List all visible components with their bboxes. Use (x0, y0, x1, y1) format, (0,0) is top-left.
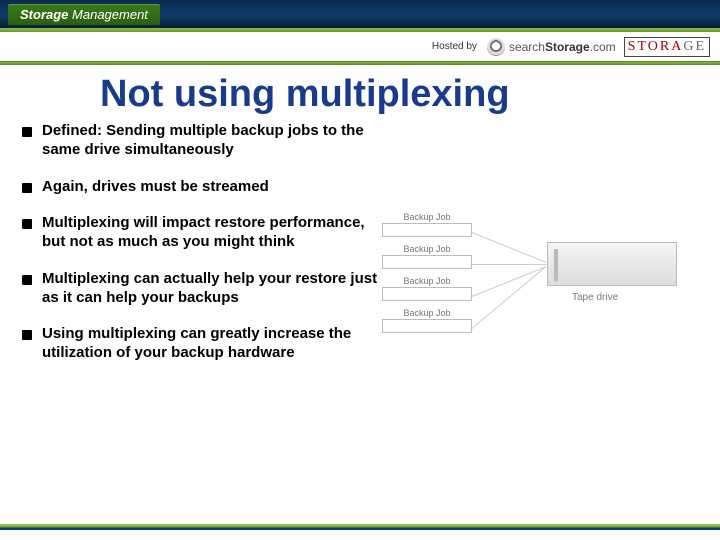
backup-job-label: Backup Job (403, 276, 450, 286)
searchstorage-logo: searchStorage.com (487, 38, 616, 56)
tape-drive-label: Tape drive (572, 292, 618, 303)
brand-badge: Storage Management (8, 4, 160, 25)
job-box (382, 287, 472, 301)
backup-job-4: Backup Job (382, 308, 472, 333)
job-box (382, 223, 472, 237)
connector-line (472, 232, 547, 263)
brand-bold: Storage (20, 7, 68, 22)
bullet-item: Defined: Sending multiple backup jobs to… (22, 122, 382, 160)
connector-line (472, 267, 545, 329)
job-box (382, 255, 472, 269)
backup-job-label: Backup Job (403, 212, 450, 222)
slide-title: Not using multiplexing (0, 65, 720, 122)
searchstorage-text: searchStorage.com (509, 40, 616, 54)
hosted-logos: searchStorage.com STORAGE (487, 37, 710, 57)
connector-line (472, 264, 548, 265)
backup-job-label: Backup Job (403, 308, 450, 318)
hosted-by-label: Hosted by (432, 41, 477, 52)
bullet-item: Multiplexing will impact restore perform… (22, 214, 382, 252)
storage-logo: STORAGE (624, 37, 710, 57)
backup-job-1: Backup Job (382, 212, 472, 237)
eye-icon (487, 38, 505, 56)
bullet-list: Defined: Sending multiple backup jobs to… (22, 122, 382, 381)
hosted-row: Hosted by searchStorage.com STORAGE (0, 32, 720, 62)
tape-drive (547, 242, 677, 286)
job-box (382, 319, 472, 333)
top-bar: Storage Management (0, 0, 720, 28)
backup-job-2: Backup Job (382, 244, 472, 269)
bullet-item: Using multiplexing can greatly increase … (22, 325, 382, 363)
content-area: Defined: Sending multiple backup jobs to… (0, 122, 720, 381)
backup-job-label: Backup Job (403, 244, 450, 254)
multiplexing-diagram: Backup Job Backup Job Backup Job Backup … (382, 212, 700, 362)
brand-light: Management (72, 7, 148, 22)
connector-line (472, 266, 547, 297)
backup-job-3: Backup Job (382, 276, 472, 301)
bullet-item: Again, drives must be streamed (22, 178, 382, 197)
footer-stripe (0, 524, 720, 530)
bullet-item: Multiplexing can actually help your rest… (22, 270, 382, 308)
